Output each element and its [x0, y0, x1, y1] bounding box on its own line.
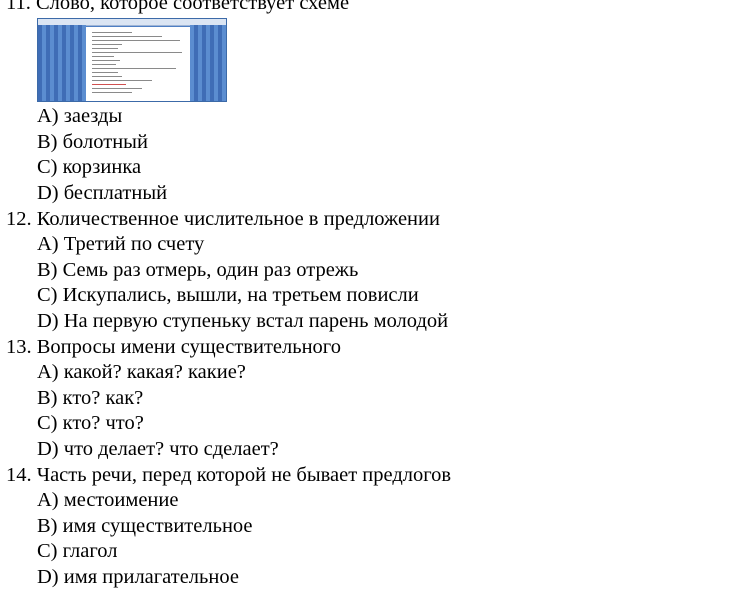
test-document: 11. Слово, которое соответствует схеме А…: [0, 0, 750, 590]
question-12: 12. Количественное числительное в предло…: [0, 206, 750, 334]
answer-option: А) Третий по счету: [37, 233, 205, 255]
scheme-image: [37, 18, 227, 102]
answer-option: С) корзинка: [37, 156, 142, 178]
scheme-image-page: [86, 27, 190, 101]
answer-option: D) имя прилагательное: [37, 565, 239, 588]
answer-option: В) имя существительное: [37, 514, 253, 537]
answer-option: D) что делает? что сделает?: [37, 437, 279, 460]
scheme-image-right-panel: [190, 25, 226, 101]
question-title: 14. Часть речи, перед которой не бывает …: [6, 464, 452, 486]
answer-option: С) Искупались, вышли, на третьем повисли: [37, 284, 419, 306]
question-11: 11. Слово, которое соответствует схеме А…: [0, 0, 750, 206]
answer-option: D) На первую ступеньку встал парень моло…: [37, 309, 449, 332]
question-13: 13. Вопросы имени существительного А) ка…: [0, 334, 750, 462]
scheme-image-left-panel: [38, 25, 86, 101]
answer-option: В) кто? как?: [37, 386, 144, 409]
question-title: 12. Количественное числительное в предло…: [6, 208, 440, 230]
question-title: 13. Вопросы имени существительного: [6, 336, 341, 358]
answer-option: С) кто? что?: [37, 412, 144, 434]
answer-option: А) какой? какая? какие?: [37, 361, 246, 383]
answer-option: В) болотный: [37, 130, 148, 153]
answer-option: С) глагол: [37, 540, 118, 562]
answer-option: D) бесплатный: [37, 181, 168, 204]
answer-option: В) Семь раз отмерь, один раз отрежь: [37, 258, 359, 281]
answer-option: А) местоимение: [37, 489, 179, 511]
answer-option: А) заезды: [37, 105, 123, 127]
question-14: 14. Часть речи, перед которой не бывает …: [0, 462, 750, 590]
question-title: 11. Слово, которое соответствует схеме: [6, 0, 350, 14]
